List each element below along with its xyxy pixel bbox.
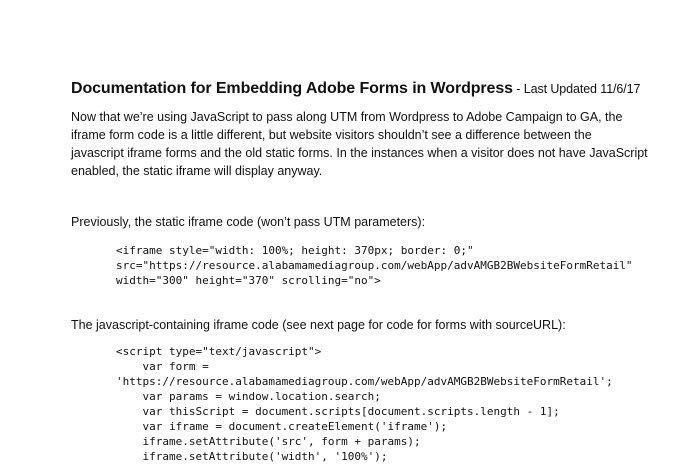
last-updated-text: - Last Updated 11/6/17 [512,82,641,96]
code-line: var params = window.location.search; [116,390,381,403]
intro-line: iframe form code is a little different, … [71,128,592,142]
code-line: <iframe style="width: 100%; height: 370p… [116,244,474,257]
intro-paragraph: Now that we’re using JavaScript to pass … [71,108,648,180]
intro-line: enabled, the static iframe will display … [71,164,323,178]
code-line: width="300" height="370" scrolling="no"> [116,274,381,287]
intro-line: javascript iframe forms and the old stat… [71,146,648,160]
static-code-label: Previously, the static iframe code (won’… [71,215,426,229]
javascript-code-label: The javascript-containing iframe code (s… [71,318,566,332]
code-line: var iframe = document.createElement('ifr… [116,420,448,433]
code-line: src="https://resource.alabamamediagroup.… [116,259,633,272]
code-line: 'https://resource.alabamamediagroup.com/… [116,375,613,388]
document-page: Documentation for Embedding Adobe Forms … [0,0,700,467]
intro-line: Now that we’re using JavaScript to pass … [71,110,623,124]
code-line: <script type="text/javascript"> [116,345,322,358]
javascript-iframe-code-block: <script type="text/javascript"> var form… [116,344,613,464]
code-line: iframe.setAttribute('src', form + params… [116,435,421,448]
code-line: var form = [116,360,209,373]
static-iframe-code-block: <iframe style="width: 100%; height: 370p… [116,243,633,288]
code-line: iframe.setAttribute('width', '100%'); [116,450,388,463]
code-line: var thisScript = document.scripts[docume… [116,405,560,418]
title-text: Documentation for Embedding Adobe Forms … [71,80,513,97]
document-title: Documentation for Embedding Adobe Forms … [71,80,640,98]
